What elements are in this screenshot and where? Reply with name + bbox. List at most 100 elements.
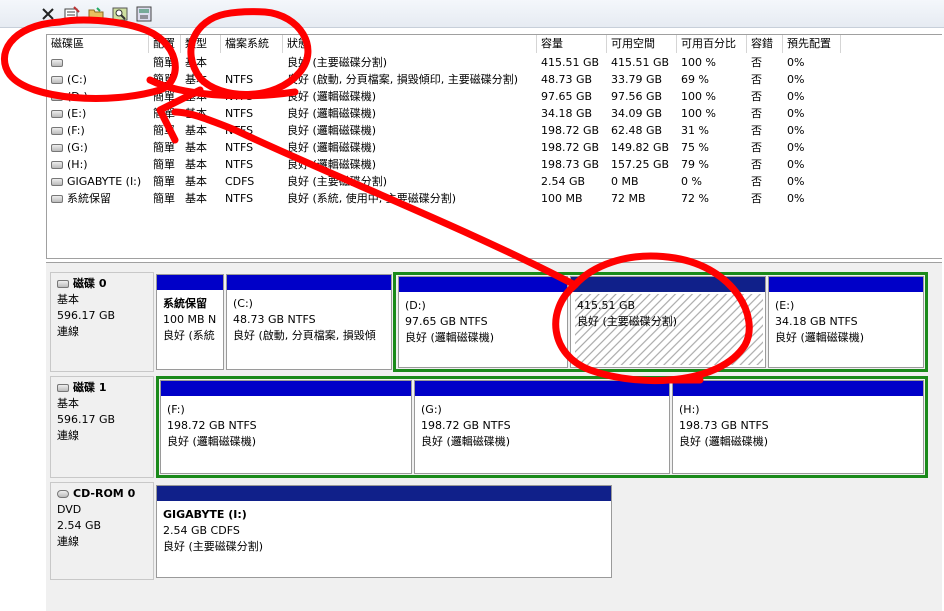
volume-list-row[interactable]: (E:) 簡單 基本 NTFS 良好 (邏輯磁碟機) 34.18 GB 34.09 GB 10… — [47, 105, 847, 122]
volume-list: 磁碟區 配置 類型 檔案系統 狀態 容量 可用空間 可用百分比 容錯 預先配置 … — [46, 34, 942, 259]
cell-ft: 否 — [751, 192, 762, 205]
cell-fs: CDFS — [225, 175, 255, 188]
cell-free: 157.25 GB — [611, 158, 670, 171]
volume-list-row[interactable]: (F:) 簡單 基本 NTFS 良好 (邏輯磁碟機) 198.72 GB 62.48 GB 3… — [47, 122, 847, 139]
cell-fs: NTFS — [225, 158, 254, 171]
volume-list-row[interactable]: 簡單 基本 良好 (主要磁碟分割) 415.51 GB 415.51 GB 100 % 否 0… — [47, 54, 847, 71]
column-header-fault-tolerance[interactable]: 容錯 — [747, 35, 783, 53]
volume-list-row[interactable]: (C:) 簡單 基本 NTFS 良好 (啟動, 分頁檔案, 損毀傾印, 主要磁碟分割) 4… — [47, 71, 847, 88]
cell-fs: NTFS — [225, 73, 254, 86]
volume-icon — [51, 178, 63, 186]
disk-name: 磁碟 1 — [73, 381, 107, 394]
volume-status: 良好 (邏輯磁碟機) — [167, 435, 257, 448]
volume-name: GIGABYTE (I:) — [163, 508, 247, 521]
column-header-filesystem[interactable]: 檔案系統 — [221, 35, 283, 53]
cell-capacity: 97.65 GB — [541, 90, 593, 103]
volume-e[interactable]: (E:) 34.18 GB NTFS 良好 (邏輯磁碟機) — [768, 276, 924, 368]
cell-ft: 否 — [751, 158, 762, 171]
volume-status: 良好 (啟動, 分頁檔案, 損毀傾 — [233, 329, 376, 342]
disk-type: 基本 — [57, 397, 79, 410]
disk-size: 2.54 GB — [57, 519, 102, 532]
properties-icon[interactable] — [64, 6, 80, 22]
volume-size: 48.73 GB NTFS — [233, 313, 316, 326]
cell-free: 149.82 GB — [611, 141, 670, 154]
volume-c[interactable]: (C:) 48.73 GB NTFS 良好 (啟動, 分頁檔案, 損毀傾 — [226, 274, 392, 370]
logical-drive-bar — [673, 381, 923, 396]
cell-ft: 否 — [751, 141, 762, 154]
volume-label: 系統保留 — [67, 192, 111, 205]
disk-name: 磁碟 0 — [73, 277, 107, 290]
volume-label: (C:) — [67, 73, 87, 86]
primary-partition-bar — [571, 277, 765, 292]
cell-overhead: 0% — [787, 107, 805, 120]
cell-fs: NTFS — [225, 107, 254, 120]
folder-open-icon[interactable] — [88, 6, 104, 22]
cell-layout: 簡單 — [153, 158, 175, 171]
volume-h[interactable]: (H:) 198.73 GB NTFS 良好 (邏輯磁碟機) — [672, 380, 924, 474]
volume-size: 34.18 GB NTFS — [775, 315, 858, 328]
volume-size: 2.54 GB CDFS — [163, 524, 240, 537]
volume-list-row[interactable]: (G:) 簡單 基本 NTFS 良好 (邏輯磁碟機) 198.72 GB 149.82 GB… — [47, 139, 847, 156]
volume-label: (E:) — [67, 107, 87, 120]
volume-name: (E:) — [775, 299, 795, 312]
volume-f[interactable]: (F:) 198.72 GB NTFS 良好 (邏輯磁碟機) — [160, 380, 412, 474]
disk-management-window: 磁碟區 配置 類型 檔案系統 狀態 容量 可用空間 可用百分比 容錯 預先配置 … — [0, 0, 944, 611]
cell-capacity: 198.72 GB — [541, 124, 600, 137]
toolbar — [0, 0, 944, 28]
cell-type: 基本 — [185, 158, 207, 171]
disk-0-label[interactable]: 磁碟 0 基本 596.17 GB 連線 — [50, 272, 154, 372]
volume-name: 系統保留 — [163, 297, 207, 310]
cell-pct: 100 % — [681, 56, 716, 69]
cell-layout: 簡單 — [153, 192, 175, 205]
volume-status: 良好 (邏輯磁碟機) — [775, 331, 865, 344]
column-header-volume[interactable]: 磁碟區 — [47, 35, 149, 53]
column-header-percent-free[interactable]: 可用百分比 — [677, 35, 747, 53]
disk-drive-icon — [57, 384, 69, 392]
volume-list-row[interactable]: (D:) 簡單 基本 NTFS 良好 (邏輯磁碟機) 97.65 GB 97.56 GB 10… — [47, 88, 847, 105]
column-header-type[interactable]: 類型 — [181, 35, 221, 53]
column-header-layout[interactable]: 配置 — [149, 35, 181, 53]
disk-1-label[interactable]: 磁碟 1 基本 596.17 GB 連線 — [50, 376, 154, 478]
volume-list-row[interactable]: GIGABYTE (I:) 簡單 基本 CDFS 良好 (主要磁碟分割) 2.54 GB 0… — [47, 173, 847, 190]
column-header-overhead[interactable]: 預先配置 — [783, 35, 841, 53]
help-icon[interactable] — [136, 6, 152, 22]
volume-icon — [51, 76, 63, 84]
cell-free: 62.48 GB — [611, 124, 663, 137]
volume-label: (D:) — [67, 90, 88, 103]
volume-name: (C:) — [233, 297, 253, 310]
column-header-capacity[interactable]: 容量 — [537, 35, 607, 53]
cell-layout: 簡單 — [153, 175, 175, 188]
volume-g[interactable]: (G:) 198.72 GB NTFS 良好 (邏輯磁碟機) — [414, 380, 670, 474]
cell-volume — [49, 54, 151, 71]
volume-label: (G:) — [67, 141, 88, 154]
cell-layout: 簡單 — [153, 141, 175, 154]
cell-overhead: 0% — [787, 124, 805, 137]
cdrom-0-label[interactable]: CD-ROM 0 DVD 2.54 GB 連線 — [50, 482, 154, 580]
column-header-free-space[interactable]: 可用空間 — [607, 35, 677, 53]
cell-capacity: 2.54 GB — [541, 175, 586, 188]
cell-free: 415.51 GB — [611, 56, 670, 69]
close-icon[interactable] — [40, 6, 56, 22]
column-header-status[interactable]: 狀態 — [283, 35, 537, 53]
cell-status: 良好 (邏輯磁碟機) — [287, 158, 377, 171]
volume-system-reserved[interactable]: 系統保留 100 MB N 良好 (系統 — [156, 274, 224, 370]
disk-type: 基本 — [57, 293, 79, 306]
volume-i-cdrom[interactable]: GIGABYTE (I:) 2.54 GB CDFS 良好 (主要磁碟分割) — [156, 485, 612, 578]
cell-status: 良好 (邏輯磁碟機) — [287, 124, 377, 137]
cell-free: 97.56 GB — [611, 90, 663, 103]
cell-status: 良好 (邏輯磁碟機) — [287, 141, 377, 154]
volume-unassigned-415gb[interactable]: 415.51 GB 良好 (主要磁碟分割) — [570, 276, 766, 368]
logical-drive-bar — [399, 277, 567, 292]
volume-list-row[interactable]: (H:) 簡單 基本 NTFS 良好 (邏輯磁碟機) 198.73 GB 157.25 GB… — [47, 156, 847, 173]
disk-size: 596.17 GB — [57, 413, 116, 426]
volume-size: 97.65 GB NTFS — [405, 315, 488, 328]
volume-d[interactable]: (D:) 97.65 GB NTFS 良好 (邏輯磁碟機) — [398, 276, 568, 368]
cell-type: 基本 — [185, 73, 207, 86]
cell-status: 良好 (啟動, 分頁檔案, 損毀傾印, 主要磁碟分割) — [287, 73, 519, 86]
volume-name: (F:) — [167, 403, 185, 416]
volume-list-row[interactable]: 系統保留 簡單 基本 NTFS 良好 (系統, 使用中, 主要磁碟分割) 100 MB 72… — [47, 190, 847, 207]
volume-icon — [51, 110, 63, 118]
volume-size: 198.73 GB NTFS — [679, 419, 769, 432]
search-icon[interactable] — [112, 6, 128, 22]
cell-fs: NTFS — [225, 141, 254, 154]
